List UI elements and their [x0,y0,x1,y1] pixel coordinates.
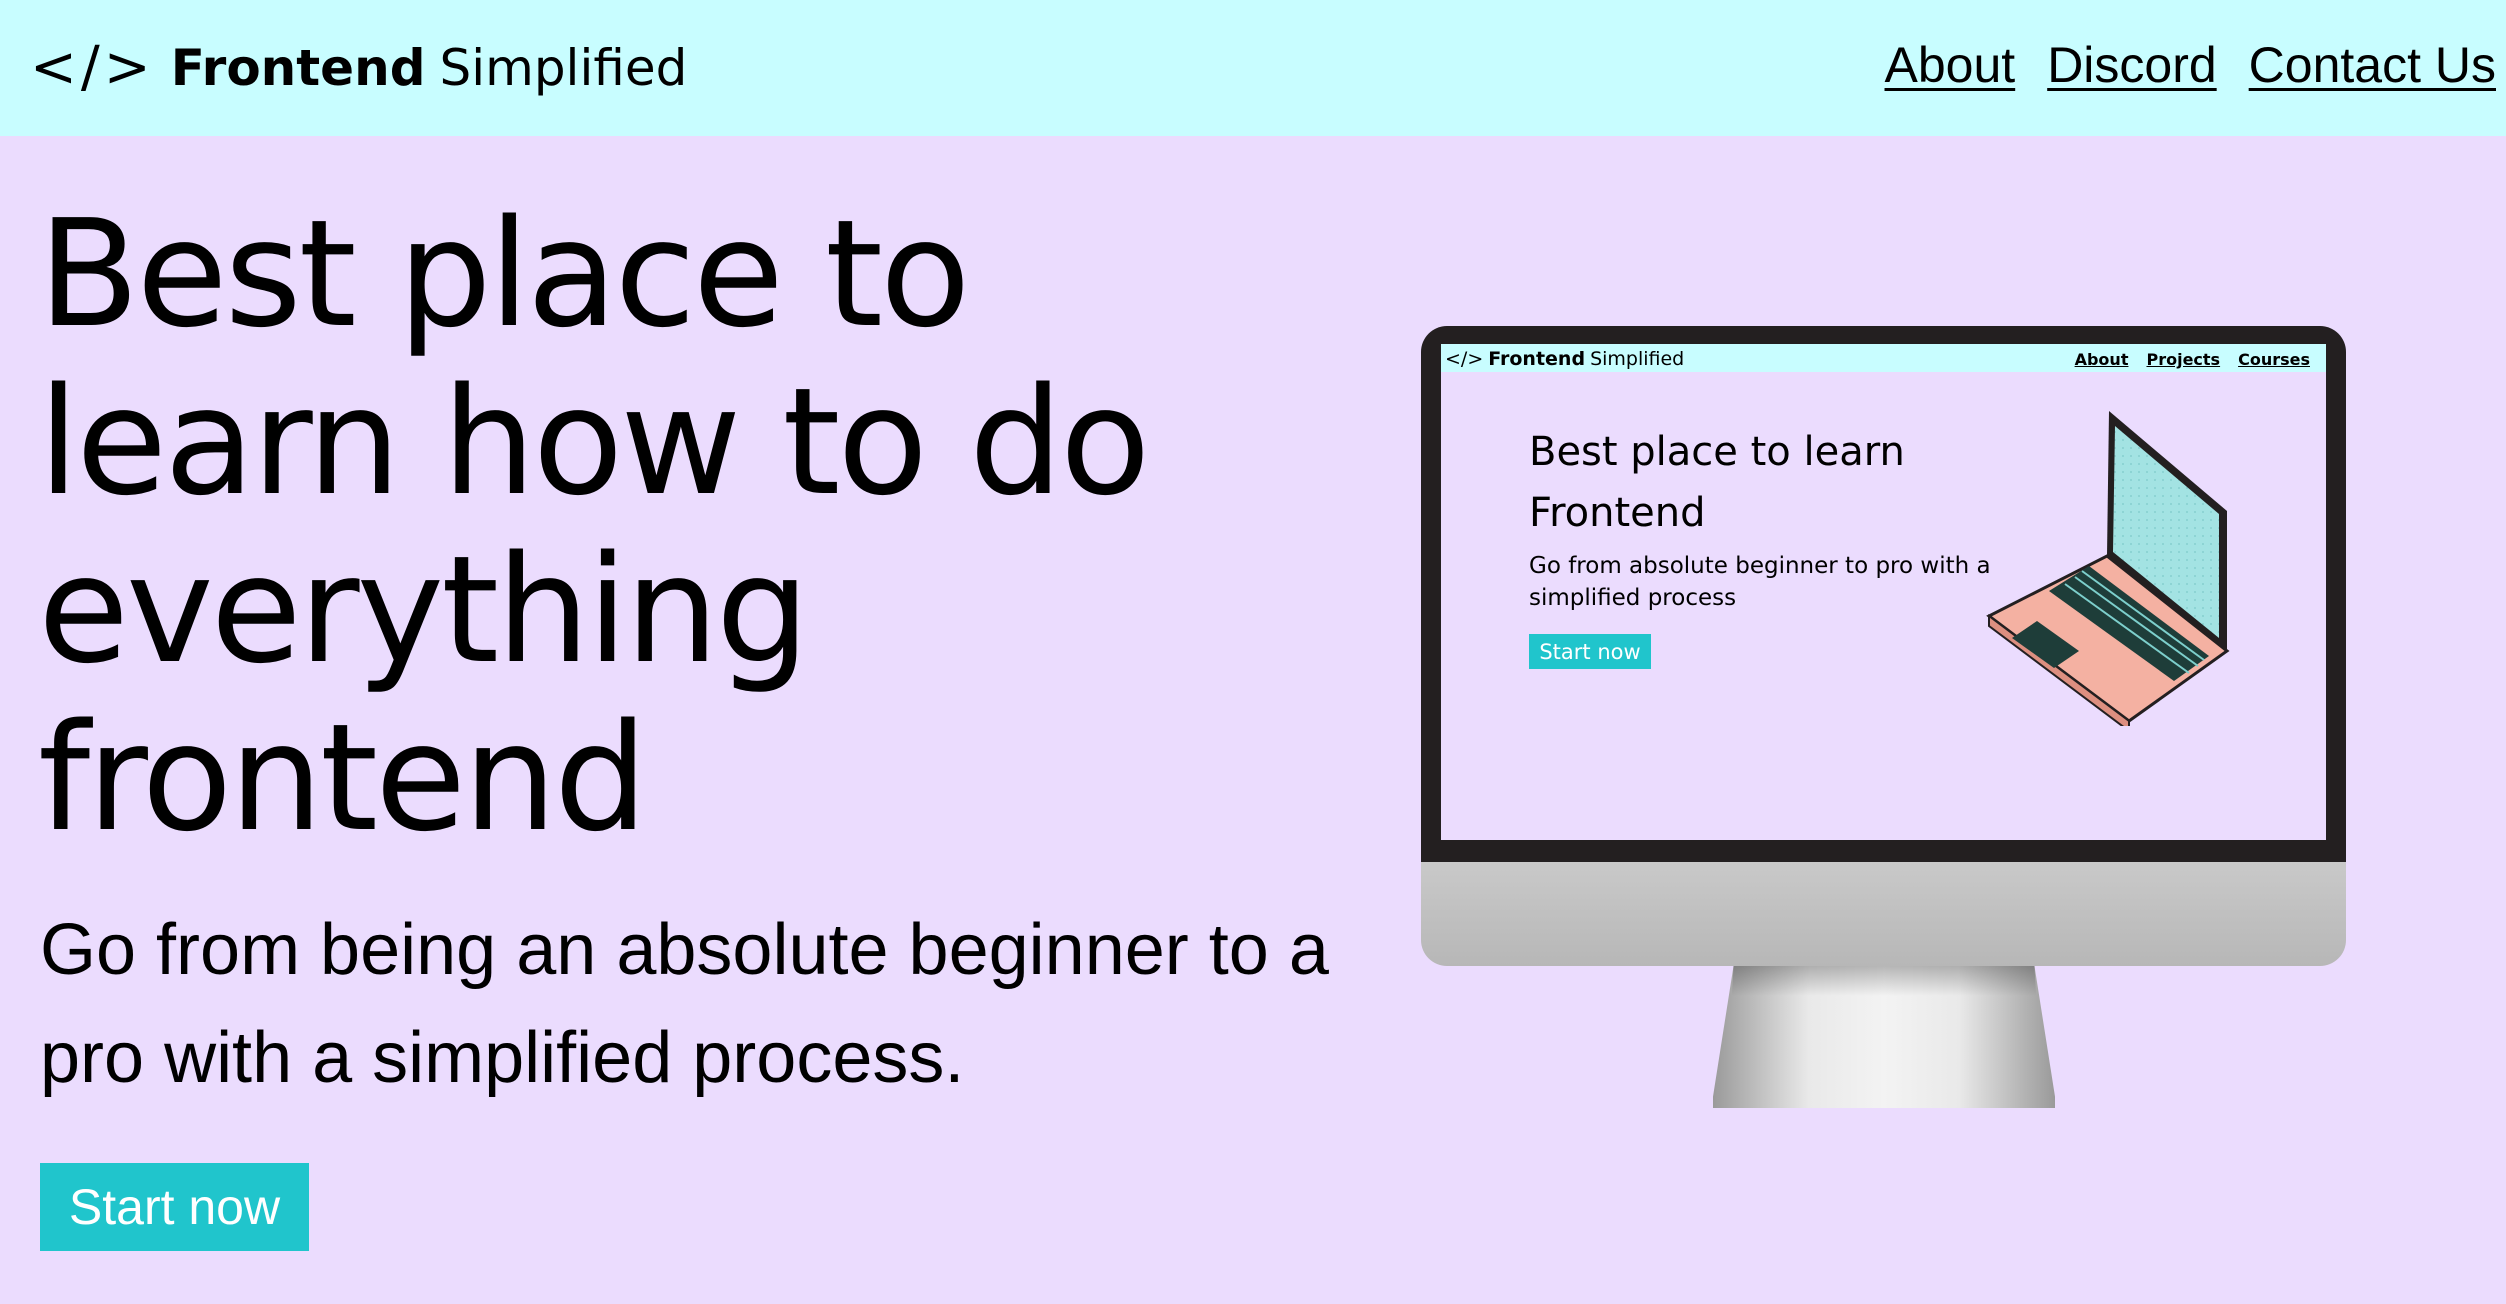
mini-code-icon: </> [1445,348,1484,370]
hero-subtitle: Go from being an absolute beginner to a … [40,910,1329,1098]
nav-links: About Discord Contact Us [1885,36,2496,94]
monitor-illustration: </> Frontend Simplified About Projects C… [1421,326,2346,1108]
start-now-button[interactable]: Start now [40,1163,309,1251]
monitor-bezel [1421,862,2346,966]
nav-link-contact[interactable]: Contact Us [2249,36,2496,94]
nav-link-about[interactable]: About [1885,36,2016,94]
mini-logo-bold: Frontend [1488,348,1586,370]
mini-logo: </> Frontend Simplified [1445,348,1684,370]
site-logo[interactable]: </> Frontend Simplified [30,30,687,106]
monitor-stand-shadow [1731,966,2037,996]
mini-logo-light: Simplified [1590,348,1685,370]
laptop-icon [1986,411,2230,726]
mini-nav-links: About Projects Courses [2075,350,2310,369]
mini-title: Best place to learn Frontend [1529,429,1905,536]
mini-link-projects: Projects [2146,350,2221,369]
navbar: </> Frontend Simplified About Discord Co… [0,0,2506,136]
mini-navbar: </> Frontend Simplified About Projects C… [1441,344,2326,372]
hero-title: Best place to learn how to do everything… [38,188,1151,864]
monitor-screen-frame: </> Frontend Simplified About Projects C… [1421,326,2346,862]
monitor-screen: </> Frontend Simplified About Projects C… [1441,344,2326,840]
mini-start-button: Start now [1529,634,1651,669]
mini-subtitle: Go from absolute beginner to pro with a … [1529,553,1991,611]
mini-link-courses: Courses [2238,350,2310,369]
logo-text-bold: Frontend [170,39,426,97]
nav-link-discord[interactable]: Discord [2047,36,2216,94]
logo-text-light: Simplified [439,39,688,97]
mini-link-about: About [2074,350,2129,369]
code-brackets-icon: </> [30,35,155,100]
